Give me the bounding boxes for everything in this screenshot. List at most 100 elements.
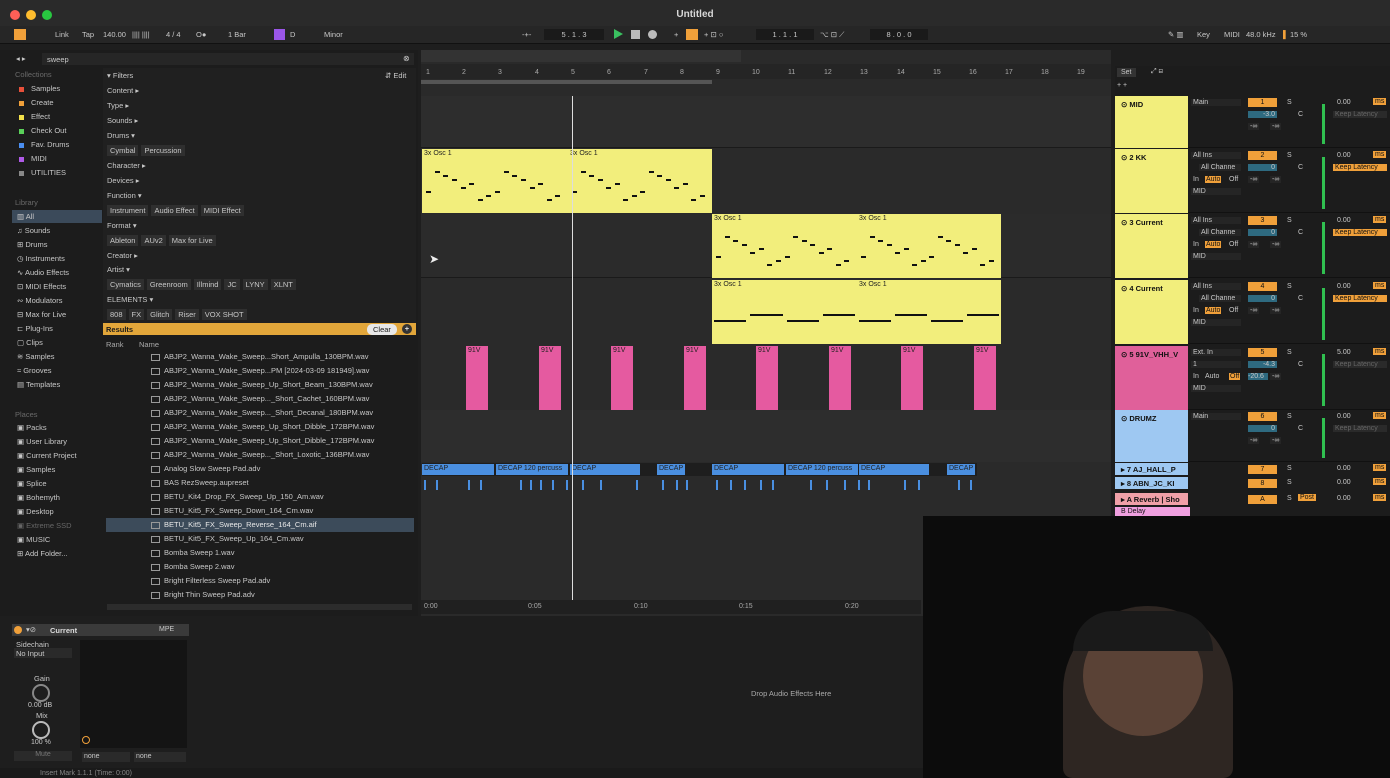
keep-latency-toggle[interactable]: Keep Latency — [1333, 361, 1387, 368]
midi-note[interactable] — [538, 183, 544, 185]
result-row[interactable]: ABJP2_Wanna_Wake_Sweep..._Short_Loxotic_… — [106, 448, 414, 462]
ms-button[interactable]: ms — [1373, 282, 1387, 289]
track-activator[interactable]: 2 — [1248, 151, 1277, 160]
kick-hit[interactable] — [552, 480, 554, 490]
library-item[interactable]: ▢ Clips — [17, 338, 43, 347]
pan-field[interactable]: C — [1298, 425, 1303, 432]
collection-item[interactable]: Create — [19, 98, 54, 107]
track-activator[interactable]: 7 — [1248, 465, 1277, 474]
midi-note[interactable] — [878, 240, 883, 242]
solo-button[interactable]: S — [1287, 479, 1292, 486]
gain-knob[interactable] — [32, 684, 50, 702]
place-item[interactable]: ▣ Current Project — [17, 451, 77, 460]
filter-tag[interactable]: VOX SHOT — [201, 309, 247, 320]
place-item[interactable]: ▣ Samples — [17, 465, 55, 474]
audio-clip[interactable]: 91V — [901, 346, 923, 410]
library-item[interactable]: ∿ Audio Effects — [17, 268, 69, 277]
audio-clip[interactable]: DECAP — [947, 464, 975, 475]
collection-item[interactable]: Samples — [19, 84, 60, 93]
midi-note[interactable] — [724, 236, 730, 238]
clear-results-button[interactable]: Clear — [367, 324, 397, 335]
filter-tag[interactable]: Glitch — [147, 309, 173, 320]
filter-tag[interactable]: Greenroom — [146, 279, 191, 290]
kick-hit[interactable] — [904, 480, 906, 490]
solo-button[interactable]: S — [1287, 349, 1292, 356]
kick-hit[interactable] — [582, 480, 584, 490]
track-lane[interactable] — [421, 410, 1111, 462]
filter-row-creator[interactable]: Creator ▸ — [107, 251, 138, 260]
midi-note[interactable] — [597, 179, 603, 181]
draw-mode-icon[interactable]: ✎ ▥ — [1168, 30, 1183, 39]
library-item[interactable]: ♫ Sounds — [17, 226, 50, 235]
result-row[interactable]: ABJP2_Wanna_Wake_Sweep...Short_Ampulla_1… — [106, 350, 414, 364]
monitor-off-button[interactable]: Off — [1229, 176, 1238, 183]
volume-field[interactable]: -3.0 — [1248, 111, 1277, 118]
result-row[interactable]: Bomba Sweep 1.wav — [106, 546, 414, 560]
keep-latency-toggle[interactable]: Keep Latency — [1333, 111, 1387, 118]
filter-tag[interactable]: Audio Effect — [151, 205, 198, 216]
midi-note[interactable] — [912, 264, 917, 266]
name-column-header[interactable]: Name — [139, 340, 159, 349]
pan-field[interactable]: C — [1298, 111, 1303, 118]
midi-note[interactable] — [512, 175, 518, 177]
send-b-field[interactable]: -∞ — [1270, 176, 1282, 183]
midi-note[interactable] — [691, 199, 696, 201]
filter-row-devices[interactable]: Devices ▸ — [107, 176, 140, 185]
result-row[interactable]: Bright Thin Sweep Pad.adv — [106, 588, 414, 602]
send-b-field[interactable]: -∞ — [1270, 241, 1282, 248]
input-channel-select[interactable]: All Channe — [1199, 229, 1241, 236]
delay-value[interactable]: 0.00 — [1337, 99, 1351, 106]
tempo-field[interactable]: 140.00 — [103, 30, 126, 39]
ms-button[interactable]: ms — [1373, 494, 1387, 501]
kick-hit[interactable] — [540, 480, 542, 490]
filter-tag[interactable]: Cymbal — [107, 145, 139, 156]
send-a-field[interactable]: -∞ — [1248, 176, 1260, 183]
filter-tag[interactable]: JC — [224, 279, 240, 290]
audio-clip[interactable]: 91V — [756, 346, 778, 410]
output-select[interactable]: MID — [1191, 253, 1241, 260]
kick-hit[interactable] — [676, 480, 678, 490]
filter-row-function[interactable]: Function ▾ — [107, 191, 142, 200]
ms-button[interactable]: ms — [1373, 464, 1387, 471]
kick-hit[interactable] — [566, 480, 568, 490]
midi-note[interactable] — [929, 256, 934, 258]
midi-note[interactable] — [580, 171, 586, 173]
monitor-in-button[interactable]: In — [1193, 176, 1199, 183]
midi-note[interactable] — [631, 195, 637, 197]
midi-clip[interactable]: 3x Osc 1 — [712, 214, 857, 278]
track-header[interactable]: ▸ 8 ABN_JC_KI — [1115, 477, 1188, 489]
kick-hit[interactable] — [844, 480, 846, 490]
place-item[interactable]: ▣ Bohemyth — [17, 493, 60, 502]
midi-clip[interactable]: 3x Osc 1 — [568, 149, 712, 213]
track-activator[interactable]: 8 — [1248, 479, 1277, 488]
kick-hit[interactable] — [468, 480, 470, 490]
midi-note[interactable] — [555, 195, 561, 197]
midi-note[interactable] — [903, 248, 909, 250]
collection-item[interactable]: Check Out — [19, 126, 66, 135]
filter-tag[interactable]: LYNY — [242, 279, 268, 290]
midi-note[interactable] — [920, 260, 926, 262]
result-row[interactable]: ABJP2_Wanna_Wake_Sweep..._Short_Cachet_1… — [106, 392, 414, 406]
audio-clip[interactable]: 91V — [974, 346, 996, 410]
monitor-off-button[interactable]: Off — [1229, 241, 1238, 248]
midi-note[interactable] — [827, 248, 833, 250]
midi-note[interactable] — [750, 314, 783, 316]
midi-note[interactable] — [589, 175, 594, 177]
track-activator[interactable]: A — [1248, 495, 1277, 504]
input-type-select[interactable]: Main — [1191, 413, 1241, 420]
result-row[interactable]: BETU_Kit5_FX_Sweep_Up_164_Cm.wav — [106, 532, 414, 546]
filter-tag[interactable]: Max for Live — [168, 235, 216, 246]
midi-note[interactable] — [520, 179, 526, 181]
midi-clip[interactable]: 3x Osc 1 — [857, 214, 1001, 278]
volume-field[interactable]: 0 — [1248, 164, 1277, 171]
result-row[interactable]: ABJP2_Wanna_Wake_Sweep_Up_Short_Dibble_1… — [106, 434, 414, 448]
loop-brace[interactable] — [421, 80, 712, 84]
mix-knob[interactable] — [32, 721, 50, 739]
result-row[interactable]: Bright Filterless Sweep Pad.adv — [106, 574, 414, 588]
ms-button[interactable]: ms — [1373, 412, 1387, 419]
device-title-bar[interactable]: ▾⊘ Current MPE — [12, 624, 189, 636]
ms-button[interactable]: ms — [1373, 151, 1387, 158]
track-header[interactable]: ⊙ 2 KK — [1115, 149, 1188, 213]
midi-note[interactable] — [674, 187, 679, 189]
library-item[interactable]: ⊏ Plug-Ins — [17, 324, 53, 333]
